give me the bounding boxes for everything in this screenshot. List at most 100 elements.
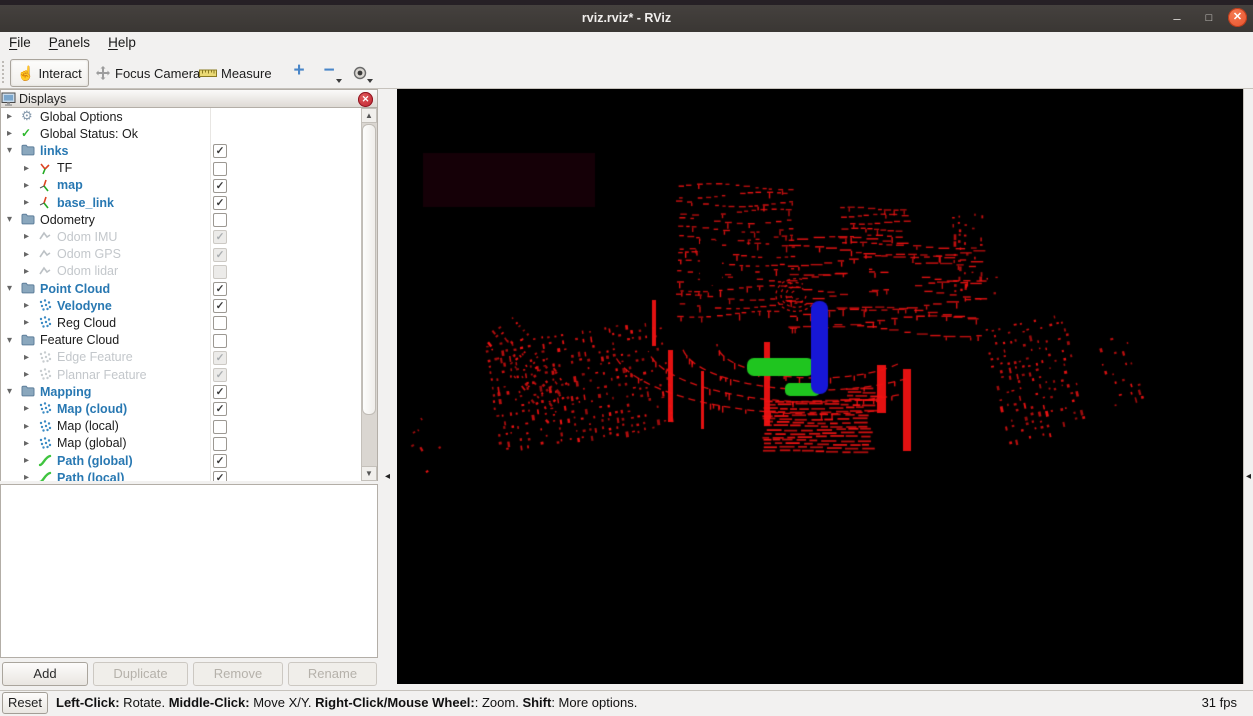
displays-tree[interactable]: ▸ ⚙ Global Options ▸ ✓ Global Status: Ok ▾ link… (0, 108, 378, 481)
folder-icon (21, 212, 35, 226)
tree-label: Global Options (40, 109, 123, 124)
collapse-left-icon[interactable]: ◂ (385, 471, 390, 482)
enabled-checkbox[interactable]: ✓ (213, 402, 227, 417)
enabled-checkbox[interactable] (213, 316, 227, 331)
tree-row-global-status-ok[interactable]: ▸ ✓ Global Status: Ok (1, 125, 361, 142)
tree-row-point-cloud[interactable]: ▾ Point Cloud ✓ (1, 280, 361, 297)
enabled-checkbox[interactable] (213, 436, 227, 451)
expander-collapsed-icon[interactable]: ▸ (24, 298, 29, 313)
gear-icon: ⚙ (21, 108, 33, 123)
tree-row-plannar-feature[interactable]: ▸ Plannar Feature ✓ (1, 366, 361, 383)
camera-tool-dropdown-icon[interactable] (367, 79, 373, 83)
scroll-down-icon[interactable]: ▼ (361, 466, 377, 481)
panel-splitter-left[interactable]: ◂ (378, 89, 397, 684)
tree-row-map-local[interactable]: ▸ Map (local) (1, 418, 361, 435)
enabled-checkbox[interactable] (213, 161, 227, 176)
enabled-checkbox[interactable] (213, 333, 227, 348)
tree-row-path-global[interactable]: ▸ Path (global) ✓ (1, 452, 361, 469)
tree-row-odom-gps[interactable]: ▸ Odom GPS ✓ (1, 246, 361, 263)
expander-collapsed-icon[interactable]: ▸ (24, 367, 29, 382)
displays-panel-header[interactable]: Displays ✕ (0, 89, 378, 108)
tree-row-odom-imu[interactable]: ▸ Odom IMU ✓ (1, 228, 361, 245)
3d-viewport[interactable] (397, 89, 1243, 684)
tree-row-path-local[interactable]: ▸ Path (local) ✓ (1, 469, 361, 481)
minimize-button[interactable]: – (1166, 10, 1188, 28)
close-button[interactable]: ✕ (1228, 8, 1247, 27)
tree-row-mapping[interactable]: ▾ Mapping ✓ (1, 383, 361, 400)
menu-file[interactable]: File (0, 32, 40, 50)
enabled-checkbox[interactable]: ✓ (213, 247, 227, 262)
status-segment: Shift (522, 695, 552, 710)
zoom-out-tool-dropdown-icon[interactable] (336, 79, 342, 83)
expander-collapsed-icon[interactable]: ▸ (24, 264, 29, 279)
expander-collapsed-icon[interactable]: ▸ (24, 229, 29, 244)
tree-row-base-link[interactable]: ▸ base_link ✓ (1, 194, 361, 211)
tree-label: Odom GPS (57, 247, 121, 262)
expander-expanded-icon[interactable]: ▾ (7, 384, 12, 399)
tree-row-edge-feature[interactable]: ▸ Edge Feature ✓ (1, 349, 361, 366)
tree-row-tf[interactable]: ▸ TF (1, 160, 361, 177)
enabled-checkbox[interactable]: ✓ (213, 230, 227, 245)
enabled-checkbox[interactable] (213, 419, 227, 434)
tree-row-map[interactable]: ▸ map ✓ (1, 177, 361, 194)
collapse-right-icon[interactable]: ◂ (1246, 471, 1251, 482)
enabled-checkbox[interactable] (213, 213, 227, 228)
enabled-checkbox[interactable]: ✓ (213, 385, 227, 400)
tree-row-map-cloud[interactable]: ▸ Map (cloud) ✓ (1, 400, 361, 417)
displays-panel-close-icon[interactable]: ✕ (358, 92, 373, 107)
tree-row-odom-lidar[interactable]: ▸ Odom lidar (1, 263, 361, 280)
enabled-checkbox[interactable]: ✓ (213, 144, 227, 159)
tree-row-feature-cloud[interactable]: ▾ Feature Cloud (1, 332, 361, 349)
expander-collapsed-icon[interactable]: ▸ (24, 195, 29, 210)
expander-collapsed-icon[interactable]: ▸ (24, 419, 29, 434)
menu-panels[interactable]: Panels (40, 32, 99, 50)
expander-collapsed-icon[interactable]: ▸ (24, 247, 29, 262)
tool-focus-camera-button[interactable]: Focus Camera (88, 59, 207, 87)
enabled-checkbox[interactable] (213, 264, 227, 279)
add-button[interactable]: Add (2, 662, 88, 686)
tree-row-reg-cloud[interactable]: ▸ Reg Cloud (1, 314, 361, 331)
tree-row-odometry[interactable]: ▾ Odometry (1, 211, 361, 228)
expander-collapsed-icon[interactable]: ▸ (24, 315, 29, 330)
reset-button[interactable]: Reset (2, 692, 48, 714)
expander-collapsed-icon[interactable]: ▸ (24, 178, 29, 193)
enabled-checkbox[interactable]: ✓ (213, 196, 227, 210)
scroll-up-icon[interactable]: ▲ (361, 108, 377, 123)
tree-row-global-options[interactable]: ▸ ⚙ Global Options (1, 108, 361, 125)
expander-expanded-icon[interactable]: ▾ (7, 143, 12, 158)
interact-hand-icon: ☝ (17, 64, 35, 81)
scrollbar-thumb[interactable] (362, 124, 376, 415)
expander-collapsed-icon[interactable]: ▸ (24, 350, 29, 365)
expander-expanded-icon[interactable]: ▾ (7, 212, 12, 227)
tree-column-separator (210, 108, 211, 481)
zoom-in-tool[interactable]: + (288, 58, 310, 84)
enabled-checkbox[interactable]: ✓ (213, 454, 227, 468)
tree-row-velodyne[interactable]: ▸ Velodyne ✓ (1, 297, 361, 314)
expander-collapsed-icon[interactable]: ▸ (24, 161, 29, 176)
expander-collapsed-icon[interactable]: ▸ (24, 401, 29, 416)
expander-collapsed-icon[interactable]: ▸ (24, 436, 29, 451)
rename-button: Rename (288, 662, 377, 686)
tool-measure-button[interactable]: Measure (192, 59, 279, 87)
toolbar-drag-handle[interactable] (1, 60, 6, 84)
enabled-checkbox[interactable]: ✓ (213, 299, 227, 314)
expander-collapsed-icon[interactable]: ▸ (7, 126, 12, 141)
expander-collapsed-icon[interactable]: ▸ (7, 109, 12, 124)
tool-interact-button[interactable]: ☝ Interact (10, 59, 89, 87)
enabled-checkbox[interactable]: ✓ (213, 282, 227, 296)
expander-expanded-icon[interactable]: ▾ (7, 333, 12, 348)
enabled-checkbox[interactable]: ✓ (213, 350, 227, 365)
expander-collapsed-icon[interactable]: ▸ (24, 470, 29, 481)
remove-button: Remove (193, 662, 283, 686)
expander-expanded-icon[interactable]: ▾ (7, 281, 12, 296)
menu-help[interactable]: Help (99, 32, 145, 50)
enabled-checkbox[interactable]: ✓ (213, 178, 227, 193)
enabled-checkbox[interactable]: ✓ (213, 471, 227, 481)
tree-row-links[interactable]: ▾ links ✓ (1, 142, 361, 159)
enabled-checkbox[interactable]: ✓ (213, 368, 227, 382)
tree-label: map (57, 178, 83, 193)
maximize-button[interactable]: □ (1198, 10, 1220, 28)
expander-collapsed-icon[interactable]: ▸ (24, 453, 29, 468)
tree-row-map-global[interactable]: ▸ Map (global) (1, 435, 361, 452)
panel-splitter-right[interactable]: ◂ (1243, 89, 1253, 684)
